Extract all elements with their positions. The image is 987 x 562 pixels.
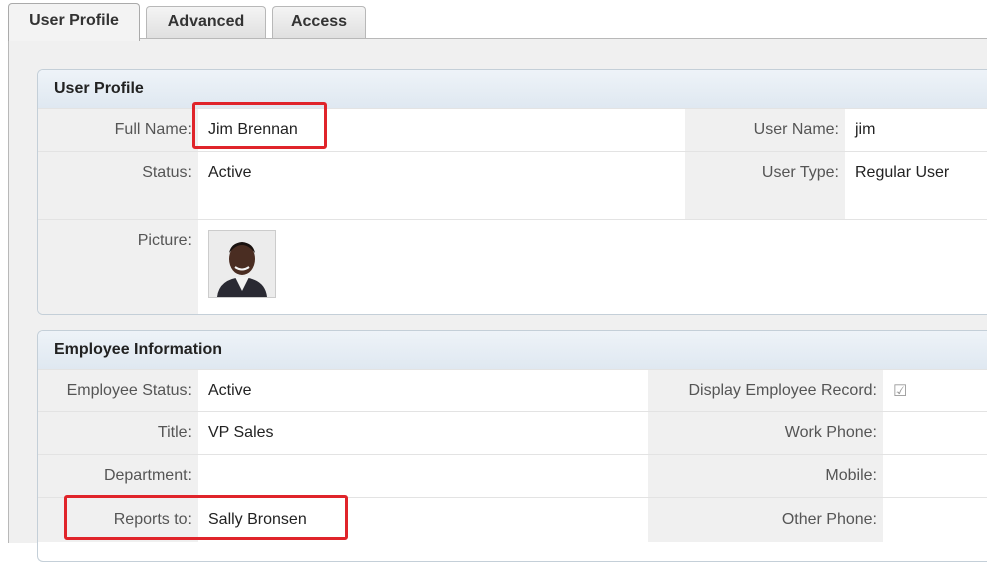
department-value bbox=[198, 454, 648, 498]
tab-advanced[interactable]: Advanced bbox=[146, 6, 266, 40]
department-label: Department: bbox=[38, 454, 198, 498]
other-phone-label: Other Phone: bbox=[648, 497, 883, 542]
user-avatar bbox=[208, 230, 276, 298]
employee-status-label: Employee Status: bbox=[38, 369, 198, 412]
tab-content: User Profile Full Name: Jim Brennan User… bbox=[8, 39, 987, 562]
display-employee-record-label: Display Employee Record: bbox=[648, 369, 883, 412]
tab-access[interactable]: Access bbox=[272, 6, 366, 40]
work-phone-value bbox=[883, 411, 987, 455]
tab-bar: User Profile Advanced Access bbox=[0, 0, 987, 41]
reports-to-value: Sally Bronsen bbox=[198, 497, 648, 542]
title-value: VP Sales bbox=[198, 411, 648, 455]
user-profile-heading: User Profile bbox=[38, 70, 987, 108]
title-label: Title: bbox=[38, 411, 198, 455]
user-name-label: User Name: bbox=[685, 108, 845, 152]
user-name-value: jim bbox=[845, 108, 987, 152]
employee-info-heading: Employee Information bbox=[38, 331, 987, 369]
user-type-label: User Type: bbox=[685, 151, 845, 220]
picture-label: Picture: bbox=[38, 219, 198, 314]
employee-status-value: Active bbox=[198, 369, 648, 412]
status-value: Active bbox=[198, 151, 685, 220]
other-phone-value bbox=[883, 497, 987, 542]
tab-user-profile[interactable]: User Profile bbox=[8, 3, 140, 41]
user-type-value: Regular User bbox=[845, 151, 987, 220]
user-profile-panel: User Profile Full Name: Jim Brennan User… bbox=[37, 69, 987, 315]
employee-info-panel: Employee Information Employee Status: Ac… bbox=[37, 330, 987, 562]
mobile-label: Mobile: bbox=[648, 454, 883, 498]
work-phone-label: Work Phone: bbox=[648, 411, 883, 455]
mobile-value bbox=[883, 454, 987, 498]
status-label: Status: bbox=[38, 151, 198, 220]
full-name-label: Full Name: bbox=[38, 108, 198, 152]
reports-to-label: Reports to: bbox=[38, 497, 198, 542]
full-name-value: Jim Brennan bbox=[198, 108, 685, 152]
checkbox-checked-icon[interactable]: ☑ bbox=[893, 383, 907, 400]
